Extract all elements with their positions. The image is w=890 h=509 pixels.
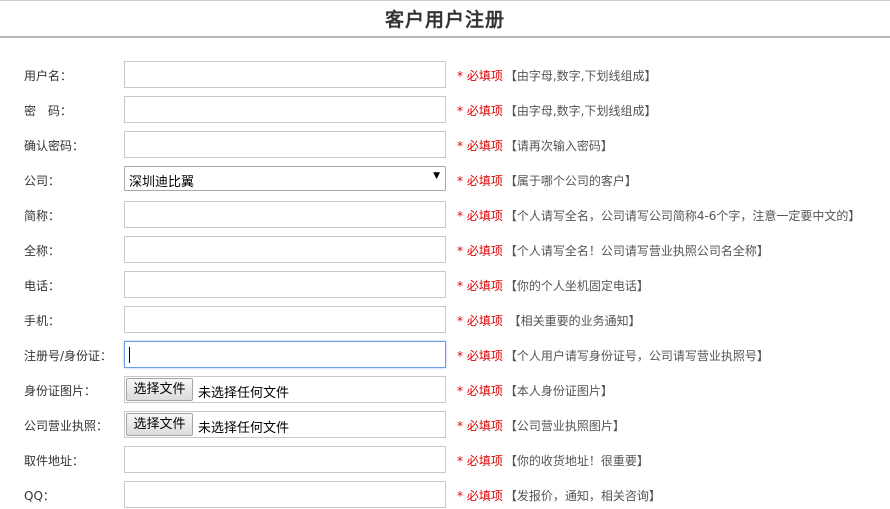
form-row-full-name: 全称： * 必填项 【个人请写全名！公司请写营业执照公司名全称】 bbox=[0, 236, 890, 263]
phone-hint: 【你的个人坐机固定电话】 bbox=[504, 279, 649, 293]
pickup-address-input[interactable] bbox=[124, 446, 446, 473]
password-note: * 必填项 【由字母,数字,下划线组成】 bbox=[457, 102, 656, 119]
qq-input[interactable] bbox=[124, 481, 446, 508]
form-row-business-license: 公司营业执照： 选择文件 未选择任何文件 * 必填项 【公司营业执照图片】 bbox=[0, 411, 890, 438]
required-marker: * 必填项 bbox=[457, 104, 503, 118]
company-note: * 必填项 【属于哪个公司的客户】 bbox=[457, 172, 637, 189]
dropdown-triangle-icon: ▼ bbox=[433, 171, 440, 181]
full-name-input[interactable] bbox=[124, 236, 446, 263]
required-marker: * 必填项 bbox=[457, 139, 503, 153]
required-marker: * 必填项 bbox=[457, 314, 503, 328]
form-row-short-name: 简称： * 必填项 【个人请写全名，公司请写公司简称4-6个字，注意一定要中文的】 bbox=[0, 201, 890, 228]
required-marker: * 必填项 bbox=[457, 384, 503, 398]
text-caret bbox=[129, 347, 130, 363]
id-image-hint: 【本人身份证图片】 bbox=[504, 384, 613, 398]
pickup-address-hint: 【你的收货地址！很重要】 bbox=[504, 454, 649, 468]
form-row-username: 用户名： * 必填项 【由字母,数字,下划线组成】 bbox=[0, 61, 890, 88]
business-license-hint: 【公司营业执照图片】 bbox=[504, 419, 625, 433]
full-name-hint: 【个人请写全名！公司请写营业执照公司名全称】 bbox=[504, 244, 769, 258]
confirm-password-hint: 【请再次输入密码】 bbox=[504, 139, 613, 153]
registration-id-label: 注册号/身份证： bbox=[24, 349, 113, 363]
business-license-note: * 必填项 【公司营业执照图片】 bbox=[457, 417, 625, 434]
password-hint: 【由字母,数字,下划线组成】 bbox=[504, 104, 657, 118]
pickup-address-label: 取件地址： bbox=[24, 454, 85, 468]
username-hint: 【由字母,数字,下划线组成】 bbox=[504, 69, 657, 83]
header-bar: 客户用户注册 bbox=[0, 0, 890, 38]
id-image-file-input[interactable]: 选择文件 未选择任何文件 bbox=[124, 376, 446, 403]
form-row-confirm-password: 确认密码： * 必填项 【请再次输入密码】 bbox=[0, 131, 890, 158]
required-marker: * 必填项 bbox=[457, 244, 503, 258]
qq-hint: 【发报价，通知，相关咨询】 bbox=[504, 489, 661, 503]
form-row-pickup-address: 取件地址： * 必填项 【你的收货地址！很重要】 bbox=[0, 446, 890, 473]
id-image-label: 身份证图片： bbox=[24, 384, 97, 398]
username-note: * 必填项 【由字母,数字,下划线组成】 bbox=[457, 67, 656, 84]
username-label: 用户名： bbox=[24, 69, 73, 83]
confirm-password-label: 确认密码： bbox=[24, 139, 85, 153]
confirm-password-input[interactable] bbox=[124, 131, 446, 158]
short-name-input[interactable] bbox=[124, 201, 446, 228]
form-row-phone: 电话： * 必填项 【你的个人坐机固定电话】 bbox=[0, 271, 890, 298]
form-row-company: 公司： 深圳迪比翼 ▼ * 必填项 【属于哪个公司的客户】 bbox=[0, 166, 890, 193]
password-input[interactable] bbox=[124, 96, 446, 123]
phone-input[interactable] bbox=[124, 271, 446, 298]
file-status-text: 未选择任何文件 bbox=[198, 421, 290, 436]
file-status-text: 未选择任何文件 bbox=[198, 386, 290, 401]
form-row-mobile: 手机： * 必填项 【相关重要的业务通知】 bbox=[0, 306, 890, 333]
short-name-note: * 必填项 【个人请写全名，公司请写公司简称4-6个字，注意一定要中文的】 bbox=[457, 207, 860, 224]
required-marker: * 必填项 bbox=[457, 489, 503, 503]
required-marker: * 必填项 bbox=[457, 174, 503, 188]
company-select[interactable]: 深圳迪比翼 ▼ bbox=[124, 166, 446, 191]
choose-file-button[interactable]: 选择文件 bbox=[126, 378, 193, 401]
required-marker: * 必填项 bbox=[457, 454, 503, 468]
registration-id-note: * 必填项 【个人用户请写身份证号，公司请写营业执照号】 bbox=[457, 347, 769, 364]
mobile-hint: 【相关重要的业务通知】 bbox=[504, 314, 641, 328]
business-license-label: 公司营业执照： bbox=[24, 419, 109, 433]
short-name-hint: 【个人请写全名，公司请写公司简称4-6个字，注意一定要中文的】 bbox=[504, 209, 861, 223]
form-row-registration-id: 注册号/身份证： * 必填项 【个人用户请写身份证号，公司请写营业执照号】 bbox=[0, 341, 890, 368]
qq-note: * 必填项 【发报价，通知，相关咨询】 bbox=[457, 487, 661, 504]
company-select-value: 深圳迪比翼 bbox=[129, 175, 195, 190]
company-hint: 【属于哪个公司的客户】 bbox=[504, 174, 637, 188]
username-input[interactable] bbox=[124, 61, 446, 88]
confirm-password-note: * 必填项 【请再次输入密码】 bbox=[457, 137, 613, 154]
registration-id-input[interactable] bbox=[124, 341, 446, 368]
required-marker: * 必填项 bbox=[457, 419, 503, 433]
full-name-label: 全称： bbox=[24, 244, 61, 258]
password-label: 密 码： bbox=[24, 104, 73, 118]
required-marker: * 必填项 bbox=[457, 69, 503, 83]
form-row-qq: QQ： * 必填项 【发报价，通知，相关咨询】 bbox=[0, 481, 890, 508]
required-marker: * 必填项 bbox=[457, 209, 503, 223]
registration-id-hint: 【个人用户请写身份证号，公司请写营业执照号】 bbox=[504, 349, 769, 363]
qq-label: QQ： bbox=[24, 489, 55, 503]
pickup-address-note: * 必填项 【你的收货地址！很重要】 bbox=[457, 452, 649, 469]
business-license-file-input[interactable]: 选择文件 未选择任何文件 bbox=[124, 411, 446, 438]
required-marker: * 必填项 bbox=[457, 279, 503, 293]
full-name-note: * 必填项 【个人请写全名！公司请写营业执照公司名全称】 bbox=[457, 242, 769, 259]
form-row-id-image: 身份证图片： 选择文件 未选择任何文件 * 必填项 【本人身份证图片】 bbox=[0, 376, 890, 403]
phone-note: * 必填项 【你的个人坐机固定电话】 bbox=[457, 277, 649, 294]
form-row-password: 密 码： * 必填项 【由字母,数字,下划线组成】 bbox=[0, 96, 890, 123]
short-name-label: 简称： bbox=[24, 209, 61, 223]
mobile-label: 手机： bbox=[24, 314, 61, 328]
id-image-note: * 必填项 【本人身份证图片】 bbox=[457, 382, 613, 399]
page-title: 客户用户注册 bbox=[384, 9, 505, 31]
required-marker: * 必填项 bbox=[457, 349, 503, 363]
company-label: 公司： bbox=[24, 174, 61, 188]
mobile-input[interactable] bbox=[124, 306, 446, 333]
choose-file-button[interactable]: 选择文件 bbox=[126, 413, 193, 436]
mobile-note: * 必填项 【相关重要的业务通知】 bbox=[457, 312, 641, 329]
phone-label: 电话： bbox=[24, 279, 61, 293]
